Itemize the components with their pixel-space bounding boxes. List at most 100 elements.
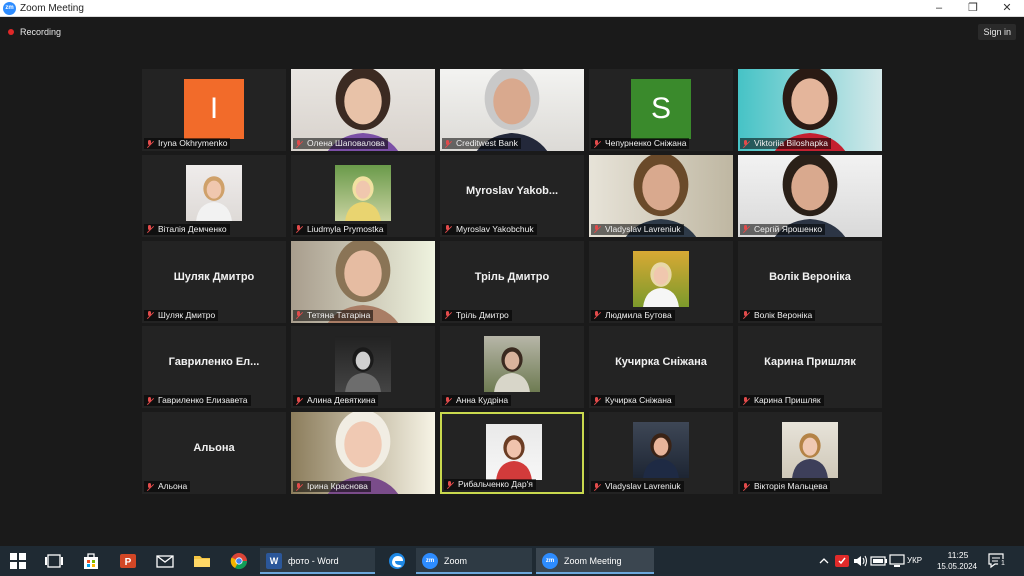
participant-name: Волік Вероніка bbox=[754, 309, 813, 320]
participant-name: Вікторія Мальцева bbox=[754, 481, 828, 491]
participant-tile-7[interactable]: Liudmyla Prymostka bbox=[291, 154, 435, 237]
antivirus-tray-icon[interactable] bbox=[832, 551, 852, 571]
participant-name: Тетяна Татаріна bbox=[307, 309, 371, 320]
participant-tile-15[interactable]: Волік Вероніка Волік Вероніка bbox=[738, 240, 882, 323]
restore-button[interactable]: ❐ bbox=[956, 0, 990, 17]
mic-muted-icon bbox=[444, 139, 452, 148]
battery-icon[interactable] bbox=[869, 551, 889, 571]
participant-name-label: Vladyslav Lavreniuk bbox=[591, 223, 684, 235]
participant-tile-10[interactable]: Сергій Ярошенко bbox=[738, 154, 882, 237]
participant-name: Алина Девяткина bbox=[307, 395, 376, 406]
participant-tile-22[interactable]: Ірина Краснова bbox=[291, 412, 435, 494]
mic-muted-icon bbox=[295, 311, 303, 319]
participant-tile-3[interactable]: Creditwest Bank bbox=[440, 69, 584, 151]
title-bar: zm Zoom Meeting – ❐ ✕ bbox=[0, 0, 1024, 17]
participant-name-label: Шуляк Дмитро bbox=[144, 309, 219, 321]
participant-name: Рибальченко Дар'я bbox=[458, 479, 533, 489]
participant-tile-25[interactable]: Вікторія Мальцева bbox=[738, 412, 882, 494]
participant-name: Liudmyla Prymostka bbox=[307, 223, 384, 234]
participant-tile-16[interactable]: Гавриленко Ел... Гавриленко Елизавета bbox=[142, 326, 286, 409]
taskbar-app-zoom-meeting[interactable]: zm Zoom Meeting bbox=[536, 548, 654, 574]
participant-profile-photo bbox=[633, 422, 689, 478]
participant-name: Creditwest Bank bbox=[456, 138, 518, 148]
participant-profile-photo bbox=[484, 336, 540, 393]
participant-tile-1[interactable]: I Iryna Okhrymenko bbox=[142, 69, 286, 151]
participant-tile-14[interactable]: Людмила Бутова bbox=[589, 240, 733, 323]
participant-name: Альона bbox=[158, 481, 188, 491]
participant-tile-18[interactable]: Анна Кудріна bbox=[440, 326, 584, 409]
participant-tile-11[interactable]: Шуляк Дмитро Шуляк Дмитро bbox=[142, 240, 286, 323]
recording-indicator[interactable]: Recording bbox=[8, 25, 61, 39]
close-button[interactable]: ✕ bbox=[990, 0, 1024, 17]
edge-icon[interactable] bbox=[387, 551, 407, 571]
network-icon[interactable] bbox=[887, 551, 907, 571]
participant-name-label: Анна Кудріна bbox=[442, 395, 512, 407]
recording-dot-icon bbox=[8, 29, 14, 35]
participant-tile-20[interactable]: Карина Пришляк Карина Пришляк bbox=[738, 326, 882, 409]
participant-name: Карина Пришляк bbox=[754, 395, 821, 406]
meeting-toolbar: Recording Sign in bbox=[0, 17, 1024, 47]
participant-profile-photo bbox=[486, 424, 542, 480]
participant-name: Сергій Ярошенко bbox=[754, 223, 823, 234]
participant-tile-8[interactable]: Myroslav Yakob... Myroslav Yakobchuk bbox=[440, 154, 584, 237]
participant-tile-23[interactable]: Рибальченко Дар'я bbox=[440, 412, 584, 494]
store-icon[interactable] bbox=[81, 551, 101, 571]
mic-muted-icon bbox=[593, 311, 601, 319]
participant-display-name: Шуляк Дмитро bbox=[173, 270, 255, 283]
mic-muted-icon bbox=[295, 396, 303, 405]
zoom-icon: zm bbox=[542, 553, 558, 569]
participant-name-label: Олена Шаповалова bbox=[293, 138, 388, 149]
zoom-app-icon: zm bbox=[3, 2, 16, 15]
taskbar-app-zoom[interactable]: zm Zoom bbox=[416, 548, 532, 574]
sign-in-button[interactable]: Sign in bbox=[978, 24, 1016, 40]
mic-muted-icon bbox=[742, 311, 750, 319]
input-language[interactable]: УКР bbox=[907, 556, 922, 565]
mic-muted-icon bbox=[444, 311, 452, 319]
participant-tile-24[interactable]: Vladyslav Lavreniuk bbox=[589, 412, 733, 494]
notifications-button[interactable]: 1 bbox=[986, 551, 1010, 571]
participant-profile-photo bbox=[335, 336, 391, 393]
participant-name-label: Вікторія Мальцева bbox=[740, 481, 831, 492]
mail-icon[interactable] bbox=[155, 551, 175, 571]
minimize-button[interactable]: – bbox=[922, 0, 956, 17]
participant-tile-4[interactable]: S Чепурненко Сніжана bbox=[589, 69, 733, 151]
mic-muted-icon bbox=[593, 482, 601, 491]
participant-tile-5[interactable]: Viktoriia Biloshapka bbox=[738, 69, 882, 151]
participant-tile-6[interactable]: Віталія Демченко bbox=[142, 154, 286, 237]
clock-date[interactable]: 15.05.2024 bbox=[934, 562, 980, 571]
mic-muted-icon bbox=[593, 225, 601, 233]
participant-name-label: Гавриленко Елизавета bbox=[144, 395, 251, 407]
taskbar-app-word[interactable]: W фото - Word bbox=[260, 548, 375, 574]
participant-tile-17[interactable]: Алина Девяткина bbox=[291, 326, 435, 409]
participant-name: Viktoriia Biloshapka bbox=[754, 138, 829, 148]
windows-start-icon[interactable] bbox=[8, 551, 28, 571]
mic-muted-icon bbox=[146, 311, 154, 319]
volume-icon[interactable] bbox=[851, 551, 871, 571]
show-hidden-icons-chevron-icon[interactable] bbox=[814, 551, 834, 571]
participant-tile-9[interactable]: Vladyslav Lavreniuk bbox=[589, 154, 733, 237]
powerpoint-icon[interactable]: P bbox=[118, 551, 138, 571]
participant-tile-19[interactable]: Кучирка Сніжана Кучирка Сніжана bbox=[589, 326, 733, 409]
participant-tile-13[interactable]: Тріль Дмитро Тріль Дмитро bbox=[440, 240, 584, 323]
participant-tile-21[interactable]: Альона Альона bbox=[142, 412, 286, 494]
participant-name-label: Liudmyla Prymostka bbox=[293, 223, 387, 235]
gallery-grid: I Iryna Okhrymenko Олена Шаповалова Creditw… bbox=[142, 69, 882, 494]
participant-display-name: Myroslav Yakob... bbox=[465, 184, 559, 197]
participant-tile-2[interactable]: Олена Шаповалова bbox=[291, 69, 435, 151]
participant-name: Гавриленко Елизавета bbox=[158, 395, 248, 406]
mic-muted-icon bbox=[444, 225, 452, 233]
participant-name: Ірина Краснова bbox=[307, 481, 368, 491]
file-explorer-icon[interactable] bbox=[192, 551, 212, 571]
mic-muted-icon bbox=[593, 139, 601, 148]
participant-avatar: I bbox=[184, 79, 244, 139]
participant-name-label: Волік Вероніка bbox=[740, 309, 816, 321]
task-view-icon[interactable] bbox=[44, 551, 64, 571]
mic-muted-icon bbox=[742, 482, 750, 491]
participant-tile-12[interactable]: Тетяна Татаріна bbox=[291, 240, 435, 323]
participant-name: Vladyslav Lavreniuk bbox=[605, 481, 681, 491]
clock-time[interactable]: 11:25 bbox=[944, 550, 972, 560]
chrome-icon[interactable] bbox=[229, 551, 249, 571]
participant-name-label: Myroslav Yakobchuk bbox=[442, 223, 537, 235]
participant-name: Анна Кудріна bbox=[456, 395, 509, 406]
mic-muted-icon bbox=[146, 482, 154, 491]
